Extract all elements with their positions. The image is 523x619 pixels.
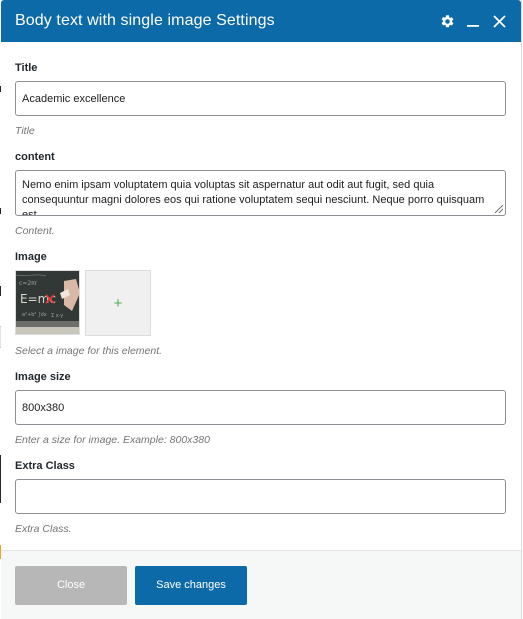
title-label: Title: [15, 62, 38, 74]
svg-text:Σ x·y: Σ x·y: [51, 313, 63, 319]
image-thumbnail[interactable]: c=2πr E=mc a²+b² ∫dx Σ x·y: [15, 270, 80, 335]
content-help: Content.: [15, 225, 55, 237]
add-image-button[interactable]: +: [85, 270, 151, 336]
title-help: Title: [15, 125, 35, 137]
extra-class-label: Extra Class: [15, 460, 75, 472]
svg-text:a²+b² ∫dx: a²+b² ∫dx: [22, 312, 47, 318]
settings-modal: Body text with single image Settings Tit…: [1, 0, 522, 619]
save-changes-button[interactable]: Save changes: [135, 565, 247, 605]
modal-title: Body text with single image Settings: [15, 12, 275, 29]
extra-class-help: Extra Class.: [15, 523, 72, 535]
image-field: Image c=2πr E=mc a²+b² ∫dx Σ x·y + Selec…: [15, 251, 506, 357]
image-label: Image: [15, 251, 47, 263]
content-field: content Nemo enim ipsam voluptatem quia …: [15, 151, 506, 237]
close-icon[interactable]: [491, 13, 507, 29]
image-row: c=2πr E=mc a²+b² ∫dx Σ x·y +: [15, 270, 506, 336]
gear-icon[interactable]: [439, 13, 455, 29]
plus-icon: +: [113, 294, 123, 312]
minimize-icon[interactable]: [465, 13, 481, 29]
modal-header: Body text with single image Settings: [1, 0, 521, 42]
extra-class-field: Extra Class Extra Class.: [15, 460, 506, 535]
svg-text:c=2πr: c=2πr: [19, 280, 38, 287]
content-text: Nemo enim ipsam voluptatem quia voluptas…: [22, 179, 485, 215]
image-size-label: Image size: [15, 371, 71, 383]
resize-handle-icon[interactable]: [495, 205, 503, 213]
extra-class-input[interactable]: [15, 479, 506, 514]
header-controls: [439, 13, 507, 29]
title-field: Title Title: [15, 62, 506, 137]
content-label: content: [15, 151, 55, 163]
title-input[interactable]: [15, 81, 506, 116]
close-button[interactable]: Close: [15, 565, 127, 605]
image-size-input[interactable]: [15, 390, 506, 425]
modal-footer: Close Save changes: [1, 550, 521, 619]
content-textarea[interactable]: Nemo enim ipsam voluptatem quia voluptas…: [15, 170, 506, 216]
modal-body: Title Title content Nemo enim ipsam volu…: [1, 42, 521, 550]
image-size-help: Enter a size for image. Example: 800x380: [15, 434, 210, 446]
image-help: Select a image for this element.: [15, 345, 163, 357]
image-size-field: Image size Enter a size for image. Examp…: [15, 371, 506, 446]
